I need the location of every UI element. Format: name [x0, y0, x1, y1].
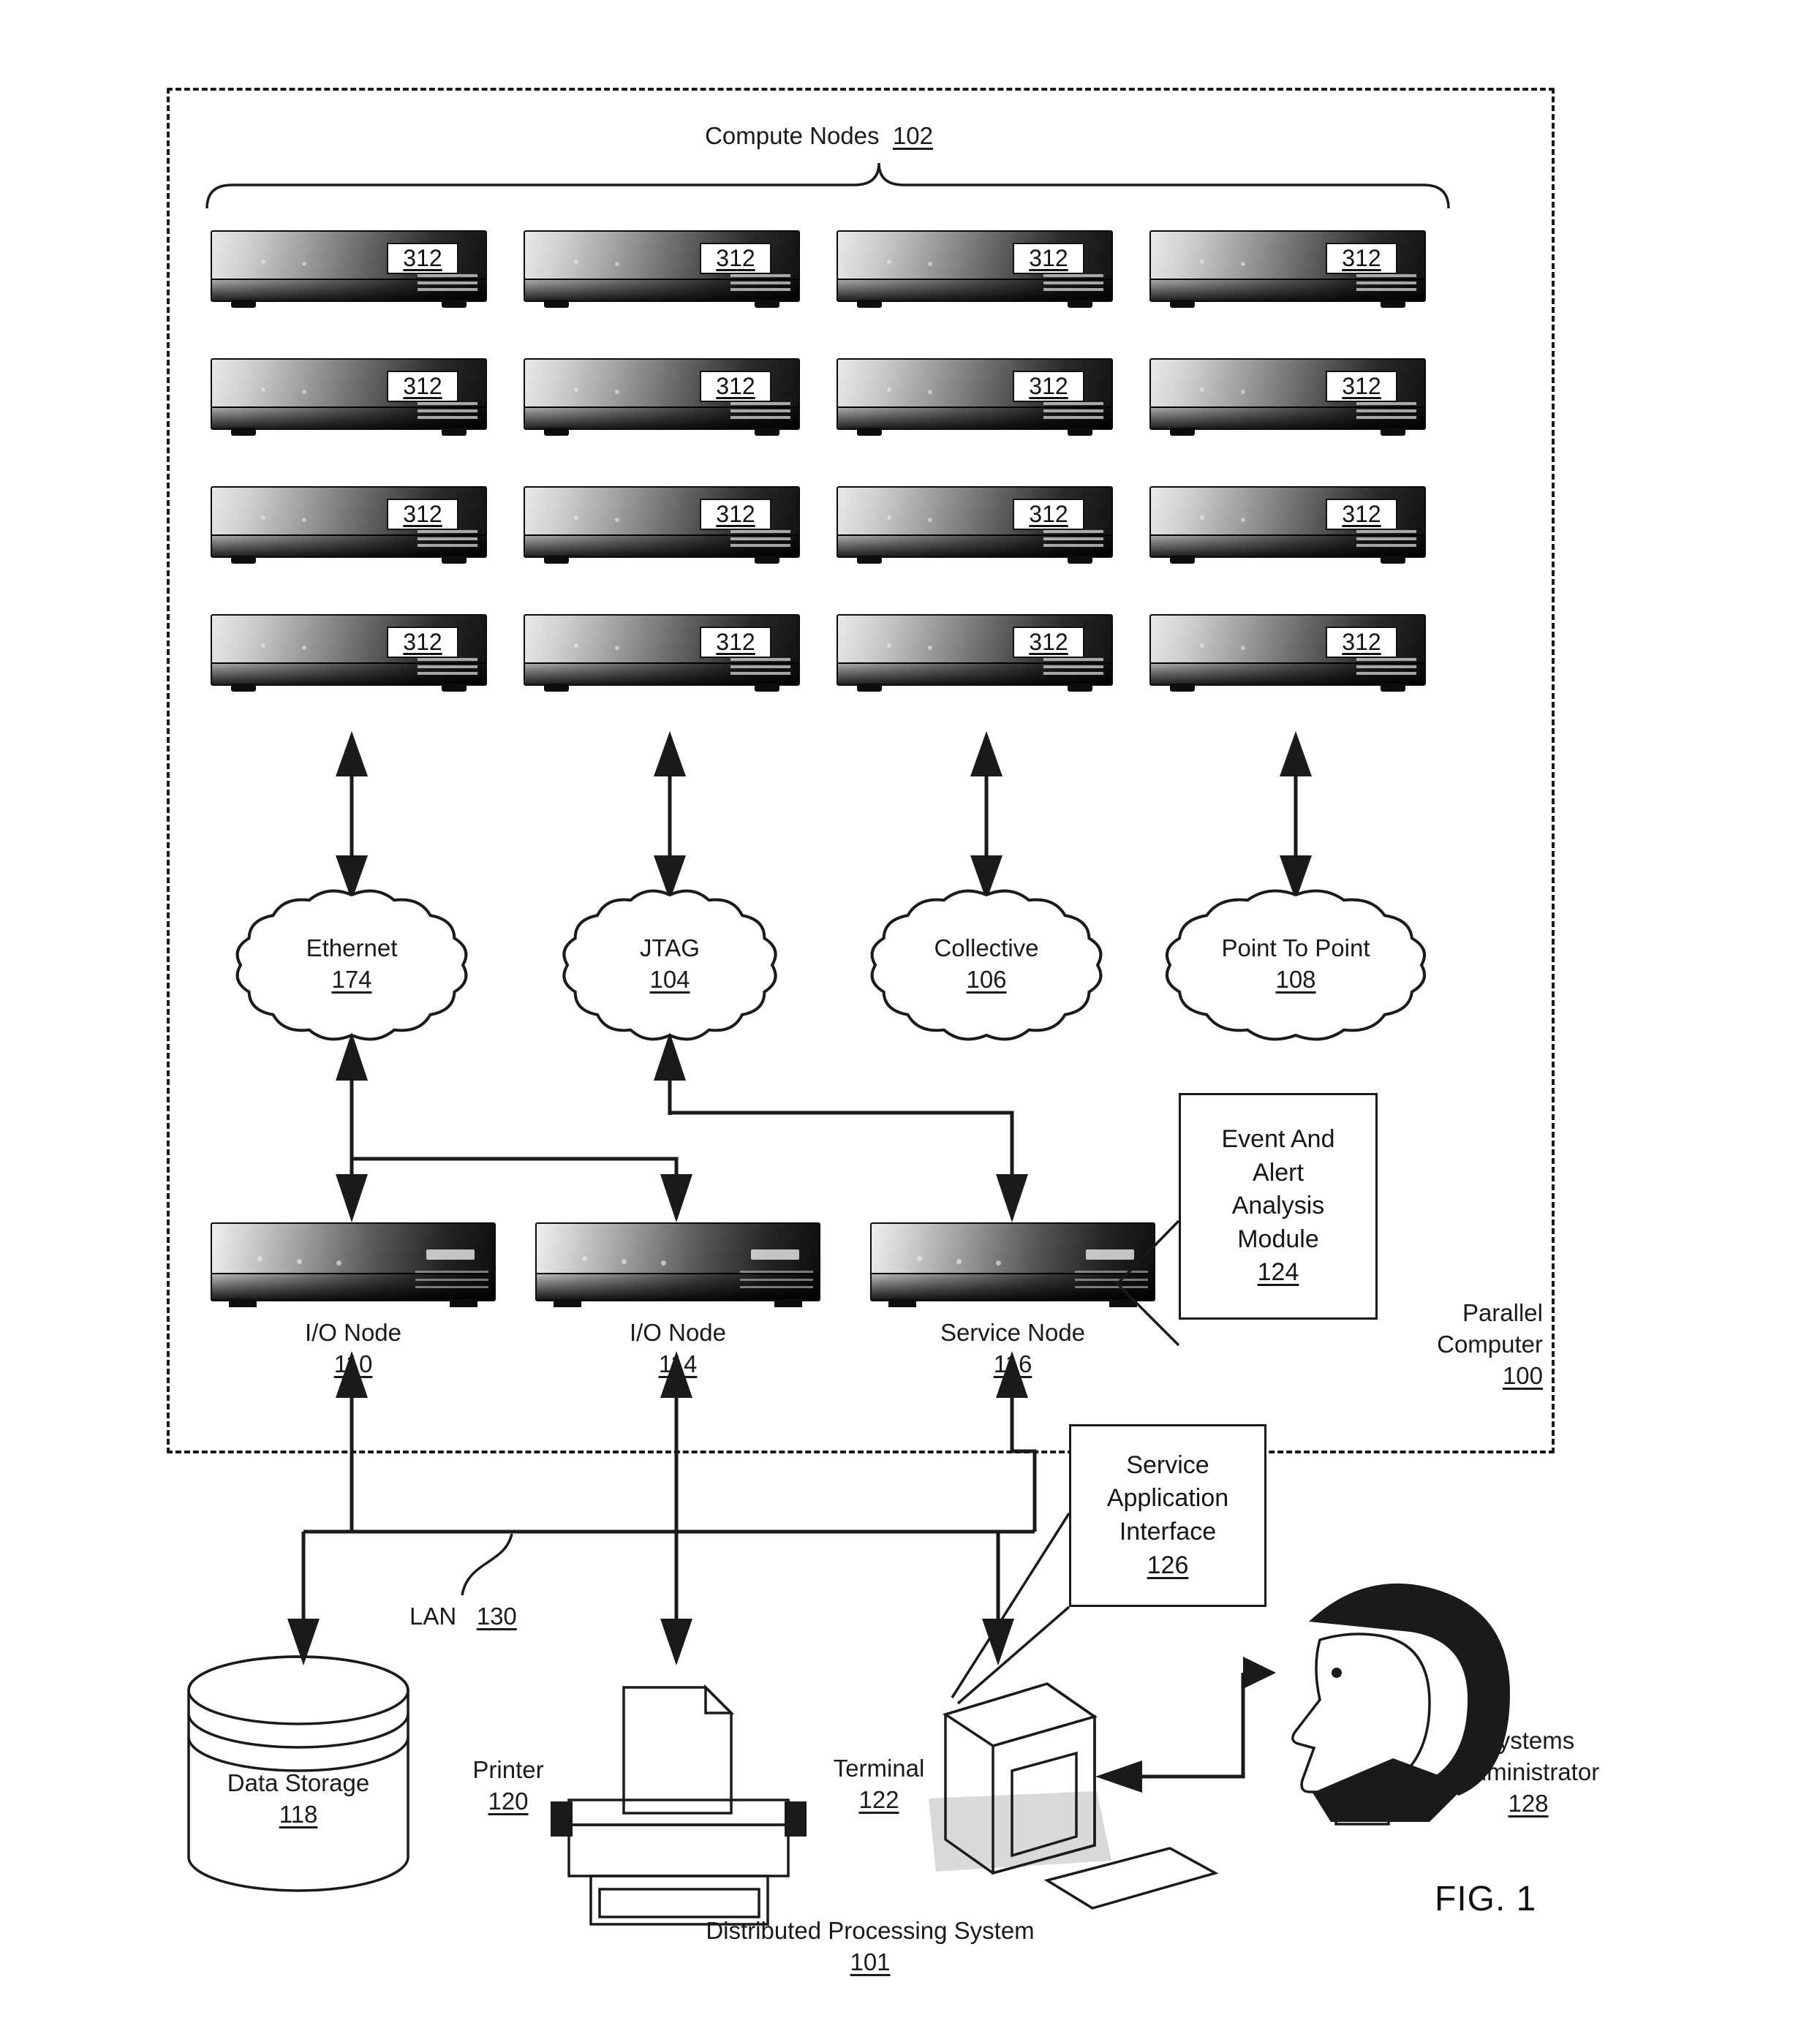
bottom-title-ref: 101 — [850, 1948, 891, 1975]
admin-terminal-link — [1095, 1673, 1245, 1793]
figure-caption: FIG. 1 — [1435, 1880, 1537, 1918]
bottom-title-text: Distributed Processing System — [706, 1917, 1035, 1944]
figure-canvas: Compute Nodes 102 312 312 312 312 312 312 312 3… — [0, 0, 1820, 2031]
figure-bottom-title: Distributed Processing System 101 — [607, 1915, 1133, 1978]
